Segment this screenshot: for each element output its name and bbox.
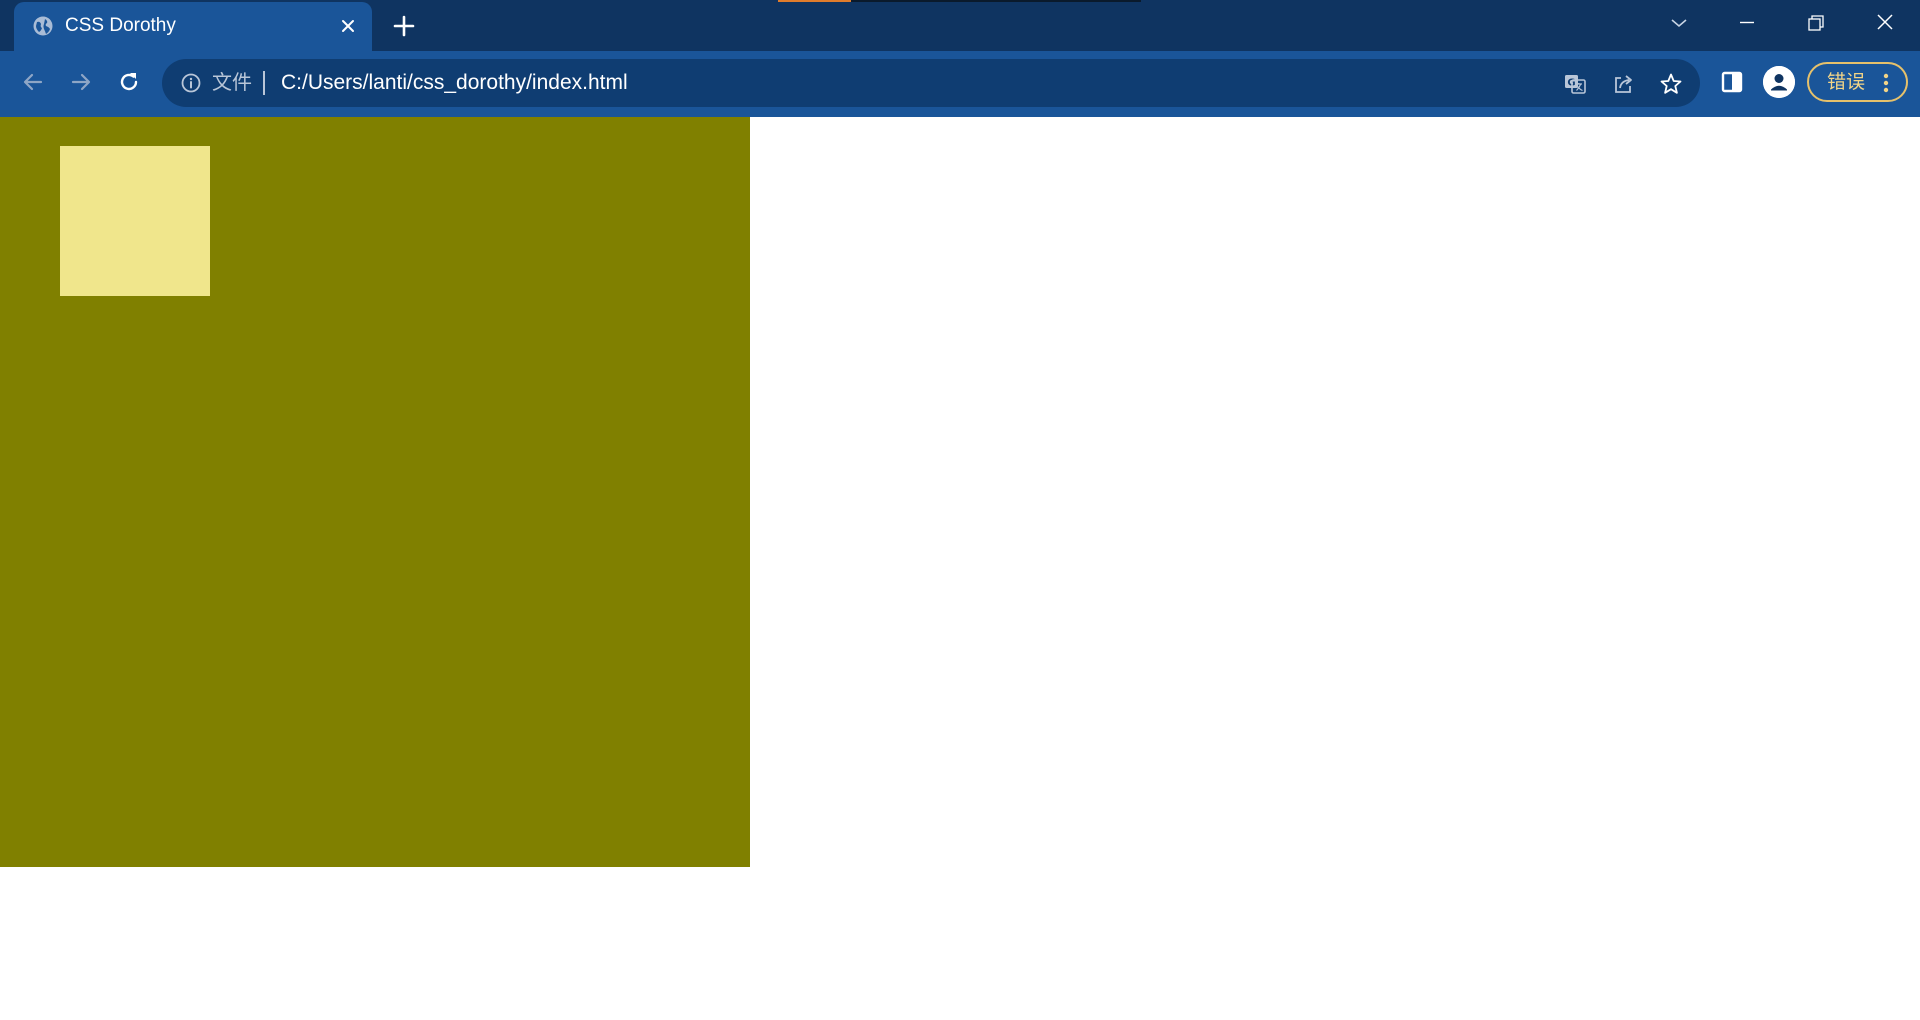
- scheme-label: 文件: [212, 72, 252, 94]
- reload-icon[interactable]: [114, 67, 144, 97]
- arrow-right-icon[interactable]: [66, 67, 96, 97]
- outer-box: [0, 117, 750, 867]
- url-text[interactable]: C:/Users/lanti/css_dorothy/index.html: [281, 70, 628, 96]
- inner-box: [60, 146, 210, 296]
- plus-icon[interactable]: [391, 13, 417, 39]
- restore-icon[interactable]: [1801, 8, 1831, 38]
- error-button[interactable]: 错误: [1807, 62, 1908, 102]
- page-viewport: [0, 117, 1920, 1020]
- arrow-left-icon[interactable]: [18, 67, 48, 97]
- kebab-menu-icon[interactable]: [1881, 72, 1891, 94]
- info-icon[interactable]: [180, 72, 202, 94]
- address-bar[interactable]: 文件 C:/Users/lanti/css_dorothy/index.html…: [162, 59, 1700, 107]
- error-label: 错误: [1827, 72, 1866, 93]
- close-icon[interactable]: [1870, 8, 1900, 38]
- globe-icon: [33, 16, 53, 36]
- tab-strip: CSS Dorothy: [0, 0, 1920, 51]
- tab-loading-indicator: [778, 0, 851, 2]
- star-icon[interactable]: [1658, 71, 1684, 97]
- chevron-down-icon[interactable]: [1664, 8, 1694, 38]
- translate-icon[interactable]: G: [1562, 71, 1588, 97]
- tab-loading-track: [851, 0, 1141, 2]
- browser-toolbar: 文件 C:/Users/lanti/css_dorothy/index.html…: [0, 51, 1920, 113]
- side-panel-icon[interactable]: [1717, 67, 1747, 97]
- share-icon[interactable]: [1610, 71, 1636, 97]
- scheme-divider: [263, 71, 265, 95]
- tab-title: CSS Dorothy: [65, 15, 176, 36]
- avatar-icon[interactable]: [1763, 66, 1795, 98]
- tab-active[interactable]: CSS Dorothy: [14, 2, 372, 51]
- close-icon[interactable]: [337, 15, 359, 37]
- minimize-icon[interactable]: [1732, 8, 1762, 38]
